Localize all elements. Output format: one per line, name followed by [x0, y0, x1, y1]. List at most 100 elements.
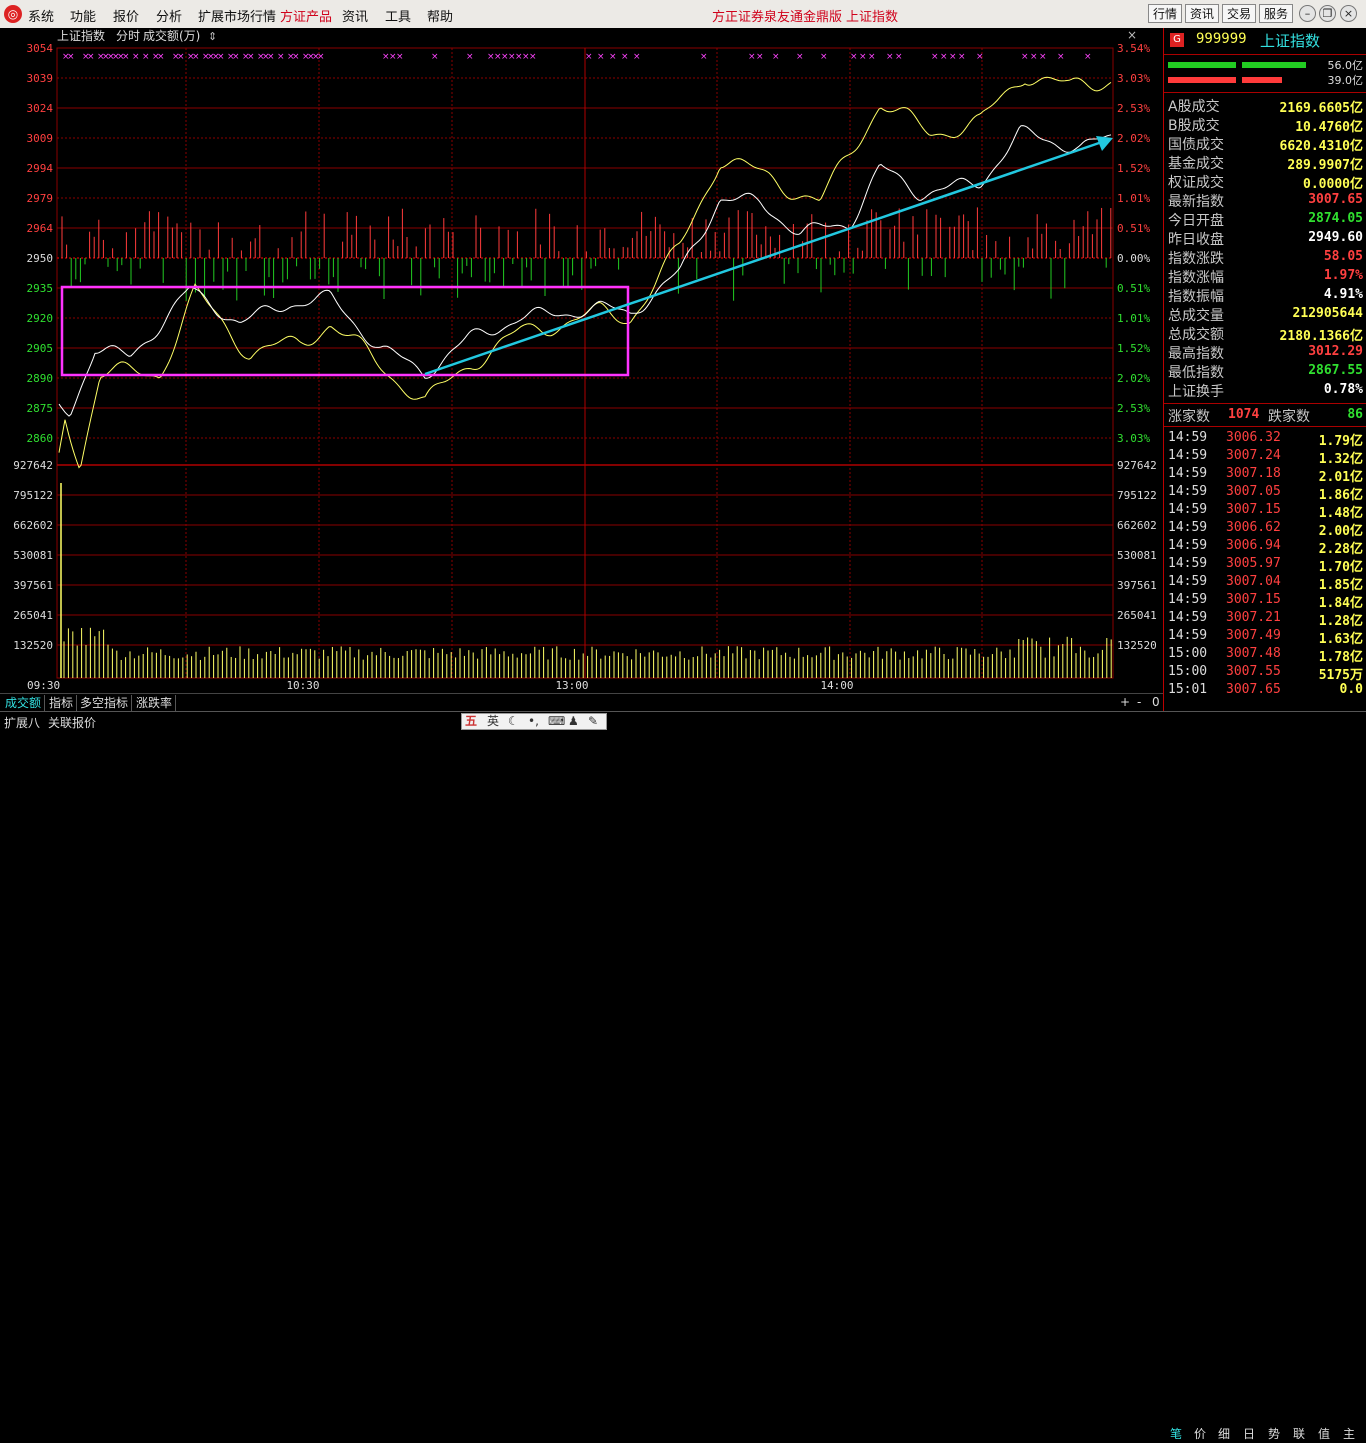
stat-value: 2169.6605亿: [1279, 101, 1363, 116]
zoom-in-button[interactable]: +: [1120, 695, 1130, 709]
stat-label: 上证换手: [1168, 384, 1224, 400]
stat-value: 3007.65: [1308, 192, 1363, 207]
volume-tick-label: 397561: [13, 579, 53, 592]
trade-button[interactable]: 交易: [1222, 4, 1256, 23]
price-tick-label: 3039: [27, 72, 54, 85]
signal-marker: ×: [700, 52, 708, 62]
wrench-icon[interactable]: ✎: [588, 714, 598, 729]
close-icon[interactable]: ×: [1340, 5, 1357, 22]
stat-row: 指数涨幅 1.97%: [1168, 267, 1363, 286]
tab-advance-ratio[interactable]: 涨跌率: [133, 695, 177, 711]
percent-tick-label: 2.53%: [1117, 402, 1150, 415]
volume-tick-label: 132520: [13, 639, 53, 652]
intraday-chart[interactable]: 3054 3039 3024 3009 2994 2979 2964 2950 2935 2920…: [0, 28, 1163, 693]
tab-trend[interactable]: 势: [1261, 1425, 1287, 1442]
restore-icon[interactable]: ❐: [1319, 5, 1336, 22]
signal-marker: ×: [67, 52, 75, 62]
ime-mode[interactable]: 英: [487, 714, 499, 729]
panel-tabs: 笔 价 细 日 势 联 值 主: [1163, 1423, 1366, 1443]
moon-icon[interactable]: ☾: [508, 714, 519, 729]
quote-button[interactable]: 行情: [1148, 4, 1182, 23]
stat-label: 国债成交: [1168, 137, 1224, 153]
stat-row: 上证换手 0.78%: [1168, 381, 1363, 400]
time-tick-label: 09:30: [27, 679, 60, 692]
tick-price: 3007.04: [1226, 574, 1281, 589]
status-related-quote[interactable]: 关联报价: [48, 714, 96, 731]
percent-tick-label: 2.02%: [1117, 372, 1150, 385]
tab-daily[interactable]: 日: [1236, 1425, 1262, 1442]
menu-products[interactable]: 方证产品: [280, 6, 332, 25]
tick-price: 3006.94: [1226, 538, 1281, 553]
security-code: 999999: [1196, 31, 1247, 47]
menu-bar: ◎ 系统 功能 报价 分析 扩展市场行情 方证产品 资讯 工具 帮助 方正证券泉…: [0, 0, 1366, 29]
service-button[interactable]: 服务: [1259, 4, 1293, 23]
tick-price: 3006.62: [1226, 520, 1281, 535]
app-logo-icon: ◎: [4, 5, 22, 23]
buy-bar-value: 56.0亿: [1327, 59, 1364, 72]
tick-price: 3007.15: [1226, 502, 1281, 517]
menu-quote[interactable]: 报价: [113, 6, 139, 25]
menu-help[interactable]: 帮助: [427, 6, 453, 25]
signal-marker: ×: [609, 52, 617, 62]
signal-marker: ×: [466, 52, 474, 62]
stat-label: A股成交: [1168, 99, 1220, 115]
tab-linked[interactable]: 联: [1286, 1425, 1312, 1442]
ime-toolbar[interactable]: 五 英 ☾ •, ⌨ ♟ ✎: [461, 713, 607, 730]
close-chart-icon[interactable]: ×: [1127, 28, 1137, 42]
stat-value: 1.97%: [1323, 268, 1363, 283]
signal-marker: ×: [1084, 52, 1092, 62]
menu-news[interactable]: 资讯: [342, 6, 368, 25]
percent-tick-label: 2.53%: [1117, 102, 1150, 115]
tab-main[interactable]: 主: [1336, 1425, 1362, 1442]
punct-icon[interactable]: •,: [528, 714, 539, 729]
user-icon[interactable]: ♟: [568, 714, 579, 729]
signal-marker: ×: [192, 52, 200, 62]
tab-value[interactable]: 值: [1311, 1425, 1337, 1442]
news-button[interactable]: 资讯: [1185, 4, 1219, 23]
stat-label: 总成交额: [1168, 327, 1224, 343]
keyboard-icon[interactable]: ⌨: [548, 714, 565, 729]
price-tick-label: 3009: [27, 132, 54, 145]
tick-time: 15:01: [1168, 682, 1208, 697]
signal-marker: ×: [122, 52, 130, 62]
tick-amount: 1.32亿: [1318, 452, 1363, 467]
menu-ext-market[interactable]: 扩展市场行情: [198, 6, 276, 25]
menu-analysis[interactable]: 分析: [156, 6, 182, 25]
tab-indicator[interactable]: 指标: [46, 695, 78, 711]
signal-marker: ×: [292, 52, 300, 62]
signal-marker: ×: [142, 52, 150, 62]
tick-row: 15:00 3007.48 1.78亿: [1168, 646, 1363, 665]
percent-tick-label: 1.01%: [1117, 192, 1150, 205]
stat-row: 最高指数 3012.29: [1168, 343, 1363, 362]
tick-amount: 2.01亿: [1318, 470, 1363, 485]
tick-time: 14:59: [1168, 484, 1208, 499]
signal-marker: ×: [633, 52, 641, 62]
price-tick-label: 2860: [27, 432, 54, 445]
stat-row: 国债成交 6620.4310亿: [1168, 134, 1363, 154]
menu-tools[interactable]: 工具: [385, 6, 411, 25]
price-tick-label: 2979: [27, 192, 54, 205]
menu-system[interactable]: 系统: [28, 6, 54, 25]
percent-tick-label: 3.54%: [1117, 42, 1150, 55]
stat-label: 昨日收盘: [1168, 232, 1224, 248]
tick-price: 3007.49: [1226, 628, 1281, 643]
stat-label: 最新指数: [1168, 194, 1224, 210]
tab-detail[interactable]: 细: [1211, 1425, 1237, 1442]
tab-price[interactable]: 价: [1187, 1425, 1213, 1442]
signal-marker: ×: [820, 52, 828, 62]
tick-price: 3007.65: [1226, 682, 1281, 697]
tab-long-short[interactable]: 多空指标: [77, 695, 133, 711]
sort-toggle-icon[interactable]: ⇕: [208, 30, 217, 43]
tab-turnover[interactable]: 成交额: [2, 695, 46, 711]
status-ext8[interactable]: 扩展八: [4, 714, 40, 731]
stat-row: 总成交额 2180.1366亿: [1168, 324, 1363, 344]
zoom-reset-button[interactable]: 0: [1152, 695, 1160, 709]
minimize-icon[interactable]: –: [1299, 5, 1316, 22]
tab-trades[interactable]: 笔: [1163, 1425, 1189, 1442]
menu-function[interactable]: 功能: [70, 6, 96, 25]
stat-value: 3012.29: [1308, 344, 1363, 359]
zoom-out-button[interactable]: -: [1137, 695, 1141, 709]
tick-time: 14:59: [1168, 520, 1208, 535]
tick-price: 3006.32: [1226, 430, 1281, 445]
signal-marker: ×: [886, 52, 894, 62]
